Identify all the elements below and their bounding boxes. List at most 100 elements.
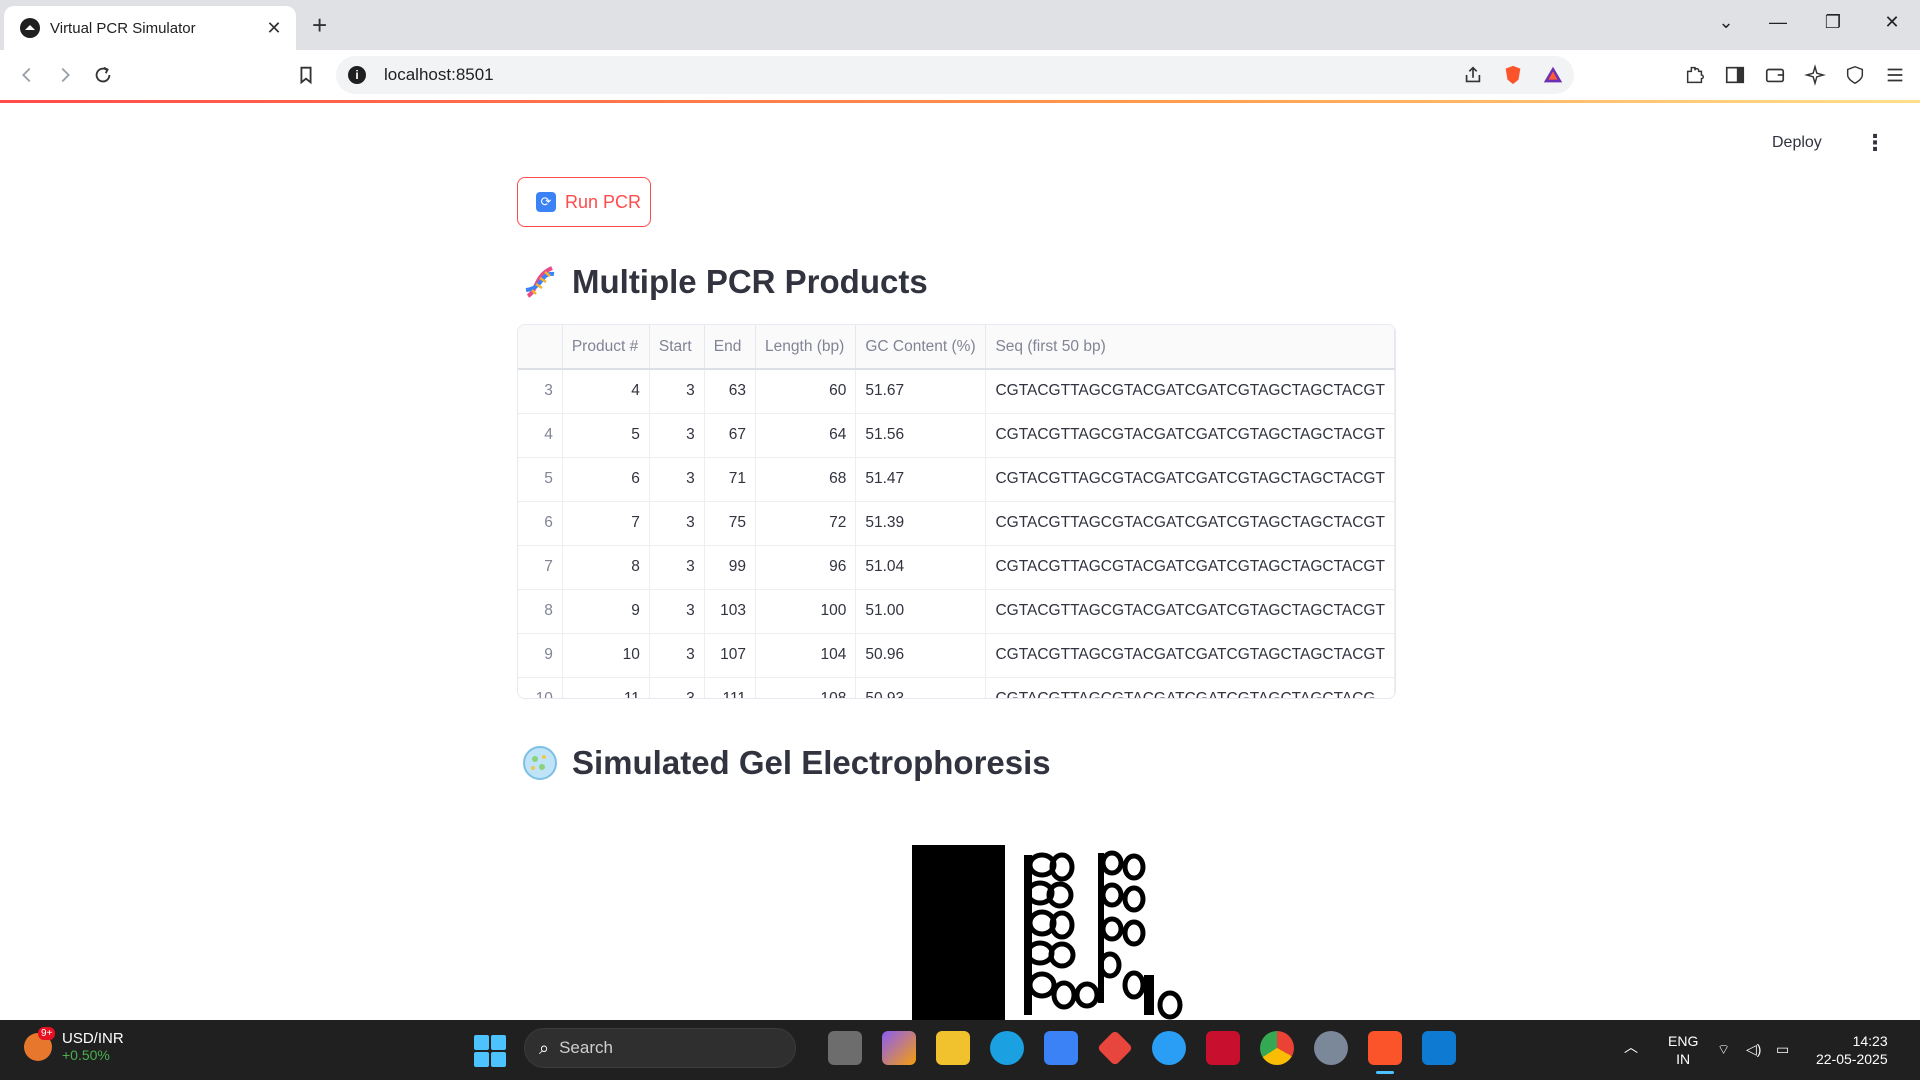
brave-browser-icon[interactable] xyxy=(1368,1031,1402,1074)
cell-sequence[interactable]: CGTACGTTAGCGTACGATCGATCGTAGCTAGCTACGT xyxy=(985,413,1395,458)
cell-sequence[interactable]: CGTACGTTAGCGTACGATCGATCGTAGCTAGCTACGT xyxy=(985,633,1395,678)
cell-length[interactable]: 100 xyxy=(755,589,857,634)
language-indicator[interactable]: ENG IN xyxy=(1668,1032,1698,1068)
cell-start[interactable]: 3 xyxy=(649,457,705,502)
app-diamond-icon[interactable] xyxy=(1096,1029,1134,1067)
wallet-icon[interactable] xyxy=(1764,64,1786,86)
cell-sequence[interactable]: CGTACGTTAGCGTACGATCGATCGTAGCTAGCTACGT xyxy=(985,369,1395,414)
cell-product[interactable]: 5 xyxy=(562,413,650,458)
cell-product[interactable]: 10 xyxy=(562,633,650,678)
brave-shields-icon[interactable] xyxy=(1502,64,1524,86)
run-pcr-button[interactable]: ⟳ Run PCR xyxy=(517,177,651,227)
cell-product[interactable]: 7 xyxy=(562,501,650,546)
cell-gc-content[interactable]: 50.93 xyxy=(855,677,987,698)
cell-start[interactable]: 3 xyxy=(649,501,705,546)
help-icon[interactable] xyxy=(1152,1031,1186,1065)
cell-length[interactable]: 104 xyxy=(755,633,857,678)
cell-sequence[interactable]: CGTACGTTAGCGTACGATCGATCGTAGCTAGCTACGT xyxy=(985,545,1395,590)
cell-start[interactable]: 3 xyxy=(649,677,705,698)
cell-start[interactable]: 3 xyxy=(649,369,705,414)
sidebar-icon[interactable] xyxy=(1724,64,1746,86)
column-header-gc-content[interactable]: GC Content (%) xyxy=(855,325,987,370)
wifi-icon[interactable]: ⌔ xyxy=(1717,1040,1730,1058)
vscode-icon[interactable] xyxy=(1422,1031,1456,1065)
cell-product[interactable]: 6 xyxy=(562,457,650,502)
cell-start[interactable]: 3 xyxy=(649,413,705,458)
column-header-sequence[interactable]: Seq (first 50 bp) xyxy=(985,325,1395,370)
chrome-icon[interactable] xyxy=(1260,1031,1294,1065)
cell-product[interactable]: 8 xyxy=(562,545,650,590)
table-row[interactable]: 7 8 3 99 96 51.04 CGTACGTTAGCGTACGATCGAT… xyxy=(518,545,1395,590)
taskbar-search-input[interactable]: ⌕ Search xyxy=(524,1028,796,1068)
close-window-icon[interactable]: ✕ xyxy=(1880,12,1904,33)
cell-end[interactable]: 67 xyxy=(704,413,757,458)
close-tab-icon[interactable]: ✕ xyxy=(264,18,284,39)
tab-search-icon[interactable]: ⌄ xyxy=(1714,12,1738,33)
column-header-index[interactable] xyxy=(518,325,563,370)
cell-length[interactable]: 72 xyxy=(755,501,857,546)
cell-gc-content[interactable]: 51.67 xyxy=(855,369,987,414)
cell-length[interactable]: 60 xyxy=(755,369,857,414)
cell-length[interactable]: 64 xyxy=(755,413,857,458)
table-row[interactable]: 8 9 3 103 100 51.00 CGTACGTTAGCGTACGATCG… xyxy=(518,589,1395,634)
extensions-icon[interactable] xyxy=(1684,64,1706,86)
cell-sequence[interactable]: CGTACGTTAGCGTACGATCGATCGTAGCTAGCTACGT xyxy=(985,501,1395,546)
windows-start-icon[interactable] xyxy=(474,1035,506,1067)
cell-start[interactable]: 3 xyxy=(649,589,705,634)
settings-icon[interactable] xyxy=(1314,1031,1348,1065)
cell-sequence[interactable]: CGTACGTTAGCGTACGATCGATCGTAGCTAGCTACGT xyxy=(985,457,1395,502)
deploy-button[interactable]: Deploy xyxy=(1772,134,1822,152)
cell-end[interactable]: 99 xyxy=(704,545,757,590)
cell-gc-content[interactable]: 51.47 xyxy=(855,457,987,502)
column-header-length[interactable]: Length (bp) xyxy=(755,325,857,370)
column-header-product[interactable]: Product # xyxy=(562,325,650,370)
task-view-icon[interactable] xyxy=(828,1031,862,1065)
mcafee-icon[interactable] xyxy=(1206,1031,1240,1065)
bookmark-icon[interactable] xyxy=(293,62,319,88)
cell-length[interactable]: 108 xyxy=(755,677,857,698)
microsoft-store-icon[interactable] xyxy=(1044,1031,1078,1065)
url-text[interactable]: localhost:8501 xyxy=(384,65,494,85)
pcr-products-table[interactable]: Product # Start End Length (bp) GC Conte… xyxy=(517,324,1396,699)
reload-icon[interactable] xyxy=(90,62,116,88)
cell-gc-content[interactable]: 50.96 xyxy=(855,633,987,678)
table-row[interactable]: 5 6 3 71 68 51.47 CGTACGTTAGCGTACGATCGAT… xyxy=(518,457,1395,502)
cell-gc-content[interactable]: 51.56 xyxy=(855,413,987,458)
cell-gc-content[interactable]: 51.00 xyxy=(855,589,987,634)
cell-sequence[interactable]: CGTACGTTAGCGTACGATCGATCGTAGCTAGCTACG xyxy=(985,677,1395,698)
browser-tab[interactable]: Virtual PCR Simulator ✕ xyxy=(4,6,296,50)
vpn-shield-icon[interactable] xyxy=(1844,64,1866,86)
show-hidden-icons-chevron-icon[interactable]: ︿ xyxy=(1624,1038,1638,1056)
table-row[interactable]: 6 7 3 75 72 51.39 CGTACGTTAGCGTACGATCGAT… xyxy=(518,501,1395,546)
address-bar[interactable]: i localhost:8501 xyxy=(336,56,1574,94)
table-row[interactable]: 10 11 3 111 108 50.93 CGTACGTTAGCGTACGAT… xyxy=(518,677,1395,698)
back-icon[interactable] xyxy=(14,62,40,88)
cell-end[interactable]: 75 xyxy=(704,501,757,546)
cell-gc-content[interactable]: 51.04 xyxy=(855,545,987,590)
file-explorer-icon[interactable] xyxy=(936,1031,970,1065)
site-info-icon[interactable]: i xyxy=(348,66,366,84)
main-menu-icon[interactable]: ⋮ xyxy=(1864,132,1886,154)
cell-product[interactable]: 4 xyxy=(562,369,650,414)
cell-start[interactable]: 3 xyxy=(649,633,705,678)
cell-length[interactable]: 68 xyxy=(755,457,857,502)
clock[interactable]: 14:23 22-05-2025 xyxy=(1816,1032,1888,1068)
new-tab-button[interactable]: + xyxy=(312,11,327,39)
cell-length[interactable]: 96 xyxy=(755,545,857,590)
menu-icon[interactable] xyxy=(1884,64,1906,86)
brave-rewards-icon[interactable] xyxy=(1542,64,1564,86)
cell-end[interactable]: 63 xyxy=(704,369,757,414)
cell-end[interactable]: 107 xyxy=(704,633,757,678)
column-header-end[interactable]: End xyxy=(704,325,757,370)
minimize-icon[interactable]: — xyxy=(1766,12,1790,33)
cell-end[interactable]: 71 xyxy=(704,457,757,502)
cell-end[interactable]: 103 xyxy=(704,589,757,634)
table-row[interactable]: 4 5 3 67 64 51.56 CGTACGTTAGCGTACGATCGAT… xyxy=(518,413,1395,458)
copilot-icon[interactable] xyxy=(882,1031,916,1065)
cell-gc-content[interactable]: 51.39 xyxy=(855,501,987,546)
edge-icon[interactable] xyxy=(990,1031,1024,1065)
column-header-start[interactable]: Start xyxy=(649,325,705,370)
leo-ai-icon[interactable] xyxy=(1804,64,1826,86)
ticker-widget[interactable]: 9+ USD/INR +0.50% xyxy=(24,1026,124,1063)
cell-end[interactable]: 111 xyxy=(704,677,757,698)
